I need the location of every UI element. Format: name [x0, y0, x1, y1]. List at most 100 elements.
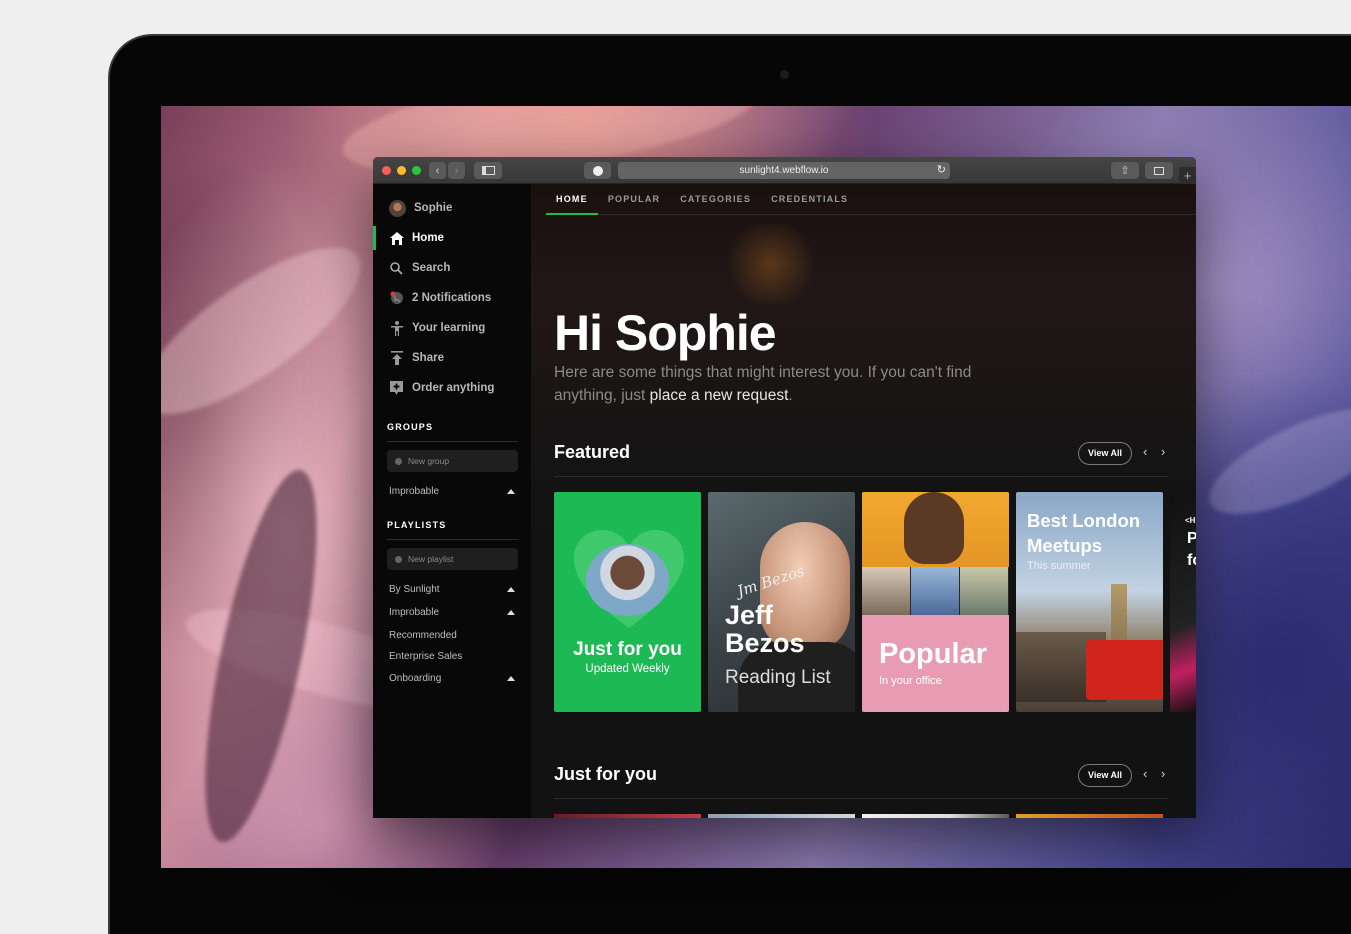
maximize-window-button[interactable] — [412, 166, 421, 175]
new-request-link[interactable]: place a new request — [650, 387, 789, 404]
playlist-label: Enterprise Sales — [389, 651, 463, 662]
card-title: Just for you — [573, 639, 682, 660]
sidebar-item-search[interactable]: Search — [373, 254, 531, 282]
card-title: Popular — [879, 638, 987, 670]
divider — [387, 539, 518, 540]
playlists-heading: PLAYLISTS — [387, 520, 447, 530]
card-subtitle: In your office — [879, 675, 942, 687]
just-for-you-heading: Just for you — [554, 764, 658, 784]
playlist-item[interactable]: Enterprise Sales — [389, 651, 515, 662]
card-subtitle: Updated Weekly — [585, 663, 670, 675]
browser-titlebar: ‹ › sunlight4.webflow.io ↻ ⇧ + — [373, 157, 1196, 184]
search-icon — [389, 261, 404, 276]
caret-up-icon[interactable] — [507, 676, 515, 681]
back-button[interactable]: ‹ — [429, 162, 446, 179]
playlist-item[interactable]: Improbable — [389, 607, 515, 618]
sidebar-item-share[interactable]: Share — [373, 344, 531, 372]
groups-heading: GROUPS — [387, 422, 434, 432]
caret-up-icon[interactable] — [507, 587, 515, 592]
card-subtitle: This summer — [1027, 560, 1091, 572]
card-just-for-you[interactable]: Just for you Updated Weekly — [554, 492, 701, 712]
card-peek[interactable] — [862, 814, 1009, 818]
new-playlist-input[interactable]: New playlist — [387, 548, 518, 570]
new-playlist-placeholder: New playlist — [408, 554, 454, 564]
card-peek[interactable] — [554, 814, 701, 818]
minimize-window-button[interactable] — [397, 166, 406, 175]
sidebar-item-label: Order anything — [412, 382, 495, 394]
tabs-overview-button[interactable] — [1145, 162, 1173, 179]
tab-categories[interactable]: CATEGORIES — [670, 184, 761, 215]
share-button[interactable]: ⇧ — [1111, 162, 1139, 179]
divider — [554, 798, 1168, 799]
hero-subtitle: Here are some things that might interest… — [554, 361, 1014, 407]
close-window-button[interactable] — [382, 166, 391, 175]
browser-window: ‹ › sunlight4.webflow.io ↻ ⇧ + Sophie Hom… — [373, 157, 1196, 818]
compass-button[interactable] — [584, 162, 611, 179]
playlist-label: Onboarding — [389, 673, 442, 684]
card-popular[interactable]: Popular In your office — [862, 492, 1009, 712]
divider — [554, 476, 1168, 477]
card-photo — [586, 544, 669, 616]
featured-heading: Featured — [554, 442, 631, 462]
featured-next-icon[interactable]: › — [1161, 444, 1165, 459]
address-bar[interactable]: sunlight4.webflow.io ↻ — [618, 162, 950, 179]
globe-icon — [389, 291, 404, 306]
playlist-item[interactable]: Recommended — [389, 630, 515, 641]
sidebar-toggle-button[interactable] — [474, 162, 502, 179]
caret-up-icon[interactable] — [507, 610, 515, 615]
card-title-line-1: Jeff — [725, 600, 774, 630]
plus-box-icon — [389, 381, 404, 396]
group-item[interactable]: Improbable — [389, 486, 515, 497]
tabs-icon — [1154, 166, 1164, 175]
card-jeff-bezos[interactable]: Jm Bezos Jeff Bezos Reading List — [708, 492, 855, 712]
card-partial[interactable]: <H P fo — [1170, 492, 1196, 712]
main-content: HOME POPULAR CATEGORIES CREDENTIALS Hi S… — [531, 184, 1196, 818]
just-for-you-view-all-button[interactable]: View All — [1078, 764, 1132, 787]
sidebar-item-order[interactable]: Order anything — [373, 374, 531, 402]
caret-up-icon[interactable] — [507, 489, 515, 494]
plus-icon — [395, 555, 402, 563]
new-tab-button[interactable]: + — [1179, 167, 1196, 184]
plus-icon — [395, 457, 402, 465]
featured-view-all-button[interactable]: View All — [1078, 442, 1132, 465]
playlist-label: Improbable — [389, 607, 440, 618]
user-name: Sophie — [414, 202, 453, 214]
sidebar-user[interactable]: Sophie — [373, 194, 531, 222]
card-title-line-1: Best London — [1027, 510, 1141, 531]
card-london-meetups[interactable]: Best London Meetups This summer — [1016, 492, 1163, 712]
divider — [387, 441, 518, 442]
tab-home[interactable]: HOME — [546, 184, 598, 215]
card-subtitle: Reading List — [725, 667, 831, 688]
just-for-you-prev-icon[interactable]: ‹ — [1143, 766, 1147, 781]
card-peek[interactable] — [1016, 814, 1163, 818]
sidebar-item-learning[interactable]: Your learning — [373, 314, 531, 342]
sidebar-item-label: Home — [412, 232, 444, 244]
just-for-you-next-icon[interactable]: › — [1161, 766, 1165, 781]
new-group-input[interactable]: New group — [387, 450, 518, 472]
sidebar-item-label: Search — [412, 262, 451, 274]
sidebar-item-home[interactable]: Home — [373, 224, 531, 252]
playlist-item[interactable]: By Sunlight — [389, 584, 515, 595]
playlist-label: Recommended — [389, 630, 457, 641]
top-tabs: HOME POPULAR CATEGORIES CREDENTIALS — [546, 184, 1196, 215]
tab-credentials[interactable]: CREDENTIALS — [761, 184, 858, 215]
tab-popular[interactable]: POPULAR — [598, 184, 670, 215]
group-label: Improbable — [389, 486, 440, 497]
card-photo-row — [862, 567, 1009, 615]
new-group-placeholder: New group — [408, 456, 450, 466]
featured-prev-icon[interactable]: ‹ — [1143, 444, 1147, 459]
webcam — [780, 70, 789, 79]
card-fragment: P — [1187, 530, 1196, 547]
sidebar-item-label: Share — [412, 352, 444, 364]
share-icon: ⇧ — [1120, 165, 1130, 177]
card-peek[interactable] — [708, 814, 855, 818]
sidebar-item-notifications[interactable]: 2 Notifications — [373, 284, 531, 312]
forward-button[interactable]: › — [448, 162, 465, 179]
reload-icon[interactable]: ↻ — [937, 162, 946, 179]
playlist-item[interactable]: Onboarding — [389, 673, 515, 684]
upload-icon — [389, 351, 404, 366]
home-icon — [389, 231, 404, 246]
avatar — [389, 199, 406, 217]
card-photo-bus — [1086, 640, 1163, 700]
card-fragment: <H — [1185, 516, 1196, 525]
